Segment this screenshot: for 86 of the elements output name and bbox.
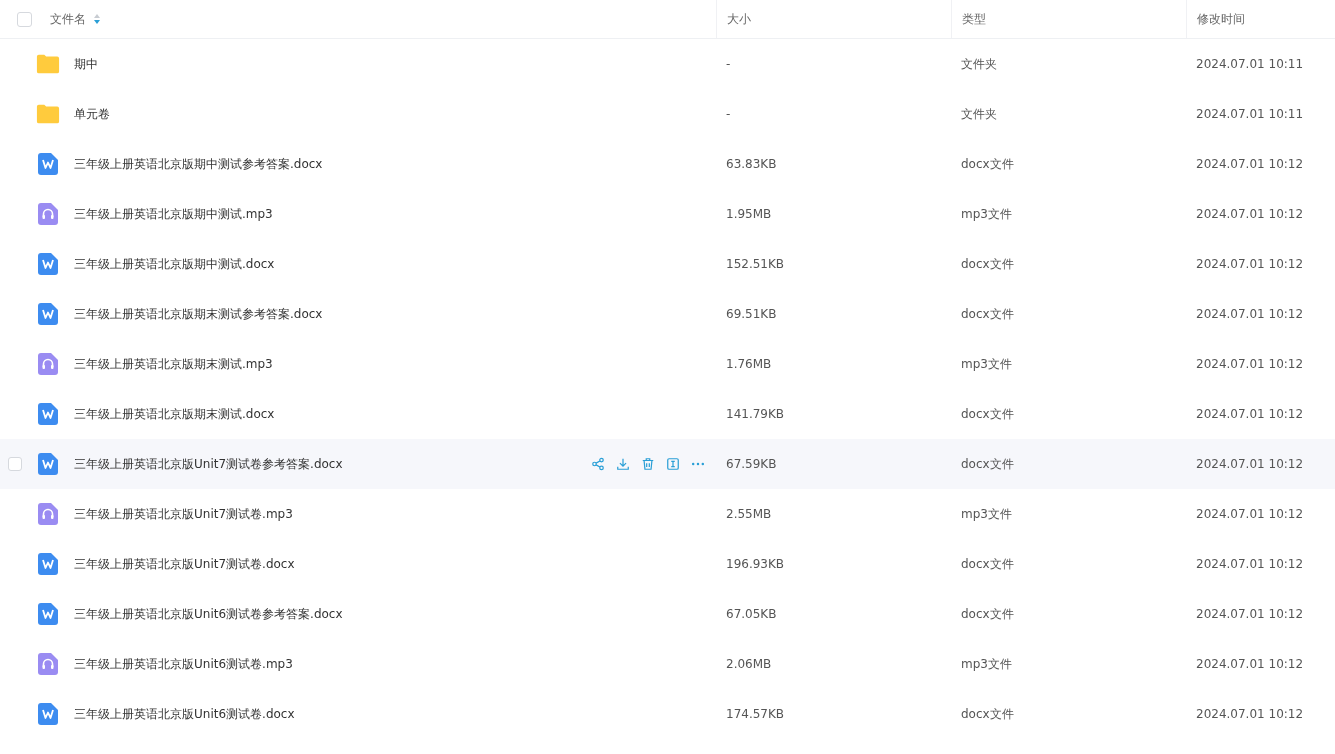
audio-file-icon (38, 653, 58, 675)
document-icon (38, 603, 58, 625)
document-icon (38, 703, 58, 725)
file-name[interactable]: 三年级上册英语北京版期中测试.docx (74, 255, 716, 273)
modified-time: 2024.07.01 10:12 (1195, 307, 1305, 321)
file-size: 1.95MB (725, 207, 773, 221)
file-size: 69.51KB (725, 307, 778, 321)
modified-time: 2024.07.01 10:12 (1195, 357, 1305, 371)
file-type: docx文件 (960, 605, 1015, 623)
share-button[interactable] (590, 456, 606, 472)
file-type: docx文件 (960, 455, 1015, 473)
file-name[interactable]: 三年级上册英语北京版Unit7测试卷.docx (74, 555, 716, 573)
file-size: 2.55MB (725, 507, 773, 521)
modified-time: 2024.07.01 10:12 (1195, 257, 1305, 271)
document-icon (38, 403, 58, 425)
file-type: 文件夹 (960, 55, 998, 73)
file-type: docx文件 (960, 705, 1015, 723)
delete-button[interactable] (640, 456, 656, 472)
modified-time: 2024.07.01 10:12 (1195, 507, 1305, 521)
file-name[interactable]: 三年级上册英语北京版Unit7测试卷参考答案.docx (74, 455, 590, 473)
file-name[interactable]: 三年级上册英语北京版期末测试.mp3 (74, 355, 716, 373)
document-icon (38, 253, 58, 275)
file-type: 文件夹 (960, 105, 998, 123)
file-name[interactable]: 三年级上册英语北京版期末测试.docx (74, 405, 716, 423)
modified-time: 2024.07.01 10:12 (1195, 657, 1305, 671)
file-type: mp3文件 (960, 505, 1013, 523)
file-name[interactable]: 三年级上册英语北京版期末测试参考答案.docx (74, 305, 716, 323)
text-box-icon (666, 457, 680, 471)
modified-time: 2024.07.01 10:12 (1195, 157, 1305, 171)
file-name[interactable]: 三年级上册英语北京版Unit7测试卷.mp3 (74, 505, 716, 523)
file-type: mp3文件 (960, 205, 1013, 223)
select-all-checkbox[interactable] (17, 11, 32, 27)
audio-file-icon (38, 203, 58, 225)
modified-time: 2024.07.01 10:12 (1195, 707, 1305, 721)
trash-icon (641, 457, 655, 471)
file-name[interactable]: 三年级上册英语北京版Unit6测试卷参考答案.docx (74, 605, 716, 623)
document-icon (38, 553, 58, 575)
file-name[interactable]: 三年级上册英语北京版Unit6测试卷.docx (74, 705, 716, 723)
file-type: mp3文件 (960, 355, 1013, 373)
modified-time: 2024.07.01 10:12 (1195, 457, 1305, 471)
file-type: docx文件 (960, 155, 1015, 173)
document-icon (38, 303, 58, 325)
audio-file-icon (38, 503, 58, 525)
file-size: 63.83KB (725, 157, 778, 171)
column-header: 大小 (727, 10, 751, 28)
folder-icon (36, 53, 60, 75)
file-size: 67.59KB (725, 457, 778, 471)
file-size: - (725, 57, 732, 71)
file-name[interactable]: 单元卷 (74, 105, 716, 123)
file-size: - (725, 107, 732, 121)
download-icon (616, 457, 630, 471)
rename-button[interactable] (665, 456, 681, 472)
file-size: 141.79KB (725, 407, 786, 421)
file-size: 196.93KB (725, 557, 786, 571)
modified-time: 2024.07.01 10:11 (1195, 57, 1305, 71)
file-type: docx文件 (960, 255, 1015, 273)
modified-time: 2024.07.01 10:11 (1195, 107, 1305, 121)
file-row[interactable]: 三年级上册英语北京版Unit7测试卷参考答案.docx 67.59KB docx文件 2024.07.01 10:12 (0, 439, 1335, 489)
sort-icon[interactable] (94, 14, 100, 24)
file-type: docx文件 (960, 405, 1015, 423)
file-size: 67.05KB (725, 607, 778, 621)
download-button[interactable] (615, 456, 631, 472)
file-name[interactable]: 期中 (74, 55, 716, 73)
modified-time: 2024.07.01 10:12 (1195, 207, 1305, 221)
document-icon (38, 153, 58, 175)
file-type: mp3文件 (960, 655, 1013, 673)
document-icon (38, 453, 58, 475)
file-size: 152.51KB (725, 257, 786, 271)
modified-time: 2024.07.01 10:12 (1195, 407, 1305, 421)
file-name[interactable]: 三年级上册英语北京版期中测试参考答案.docx (74, 155, 716, 173)
modified-time: 2024.07.01 10:12 (1195, 607, 1305, 621)
audio-file-icon (38, 353, 58, 375)
file-size: 1.76MB (725, 357, 773, 371)
file-name[interactable]: 三年级上册英语北京版期中测试.mp3 (74, 205, 716, 223)
file-type: docx文件 (960, 555, 1015, 573)
file-type: docx文件 (960, 305, 1015, 323)
share-icon (591, 457, 605, 471)
folder-icon (36, 103, 60, 125)
file-size: 2.06MB (725, 657, 773, 671)
column-header: 文件名 (50, 10, 86, 28)
modified-time: 2024.07.01 10:12 (1195, 557, 1305, 571)
column-header: 类型 (962, 10, 986, 28)
file-name[interactable]: 三年级上册英语北京版Unit6测试卷.mp3 (74, 655, 716, 673)
row-checkbox[interactable] (8, 457, 22, 471)
column-header: 修改时间 (1197, 10, 1245, 28)
file-size: 174.57KB (725, 707, 786, 721)
